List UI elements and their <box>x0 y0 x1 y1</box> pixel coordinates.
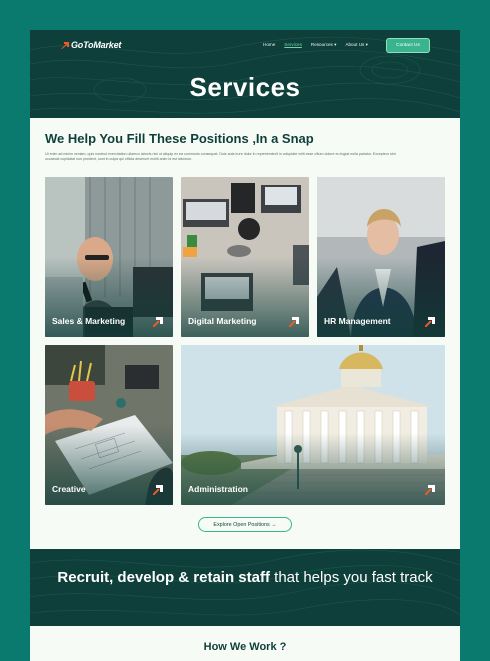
service-tile-label: Administration <box>188 484 248 494</box>
service-tile-label: Creative <box>52 484 86 494</box>
how-we-work-heading: How We Work ? <box>203 641 287 653</box>
tile-overlay <box>45 177 173 337</box>
service-tile-digital-marketing[interactable]: Digital Marketing <box>181 177 309 337</box>
service-tile-administration[interactable]: Administration <box>181 345 445 505</box>
page-title: Services <box>189 72 301 102</box>
arrow-up-right-icon <box>425 485 435 495</box>
tile-overlay <box>181 345 445 505</box>
recruit-banner-text: Recruit, develop & retain staff that hel… <box>30 569 460 586</box>
nav-resources[interactable]: Resources ▾ <box>311 42 337 48</box>
explore-open-positions-button[interactable]: Explore Open Positions → <box>198 517 292 532</box>
recruit-banner: Recruit, develop & retain staff that hel… <box>30 549 460 626</box>
nav-home[interactable]: Home <box>263 42 275 48</box>
arrow-up-right-icon <box>153 485 163 495</box>
service-tile-label: Digital Marketing <box>188 316 257 326</box>
service-tile-sales-marketing[interactable]: Sales & Marketing <box>45 177 173 337</box>
section-heading: We Help You Fill These Positions ,In a S… <box>45 131 314 146</box>
brand-name: GoToMarket <box>71 40 122 50</box>
section-intro-text: Ut enim ad minim veniam, quis nostrud ex… <box>45 152 396 161</box>
arrow-up-right-icon <box>153 317 163 327</box>
tile-overlay <box>317 177 445 337</box>
tile-overlay <box>45 345 173 505</box>
nav-services[interactable]: Services <box>284 42 302 48</box>
service-tile-creative[interactable]: Creative <box>45 345 173 505</box>
hero-header: GoToMarket Home Services Resources ▾ Abo… <box>30 30 460 118</box>
arrow-up-right-icon <box>289 317 299 327</box>
topographic-pattern <box>30 549 460 616</box>
brand-logo[interactable]: GoToMarket <box>61 40 121 50</box>
tile-overlay <box>181 177 309 337</box>
recruit-banner-bold: Recruit, develop & retain staff <box>57 569 270 586</box>
main-nav: Home Services Resources ▾ About Us ▾ <box>263 42 377 48</box>
logo-arrow-icon <box>61 41 69 49</box>
service-tile-label: Sales & Marketing <box>52 316 126 326</box>
arrow-up-right-icon <box>425 317 435 327</box>
contact-us-button[interactable]: Contact Us <box>386 38 430 53</box>
recruit-banner-rest: that helps you fast track <box>269 569 433 586</box>
services-page: GoToMarket Home Services Resources ▾ Abo… <box>30 30 460 661</box>
service-tile-label: HR Management <box>324 316 391 326</box>
service-tile-hr-management[interactable]: HR Management <box>317 177 445 337</box>
nav-about[interactable]: About Us ▾ <box>345 42 367 48</box>
